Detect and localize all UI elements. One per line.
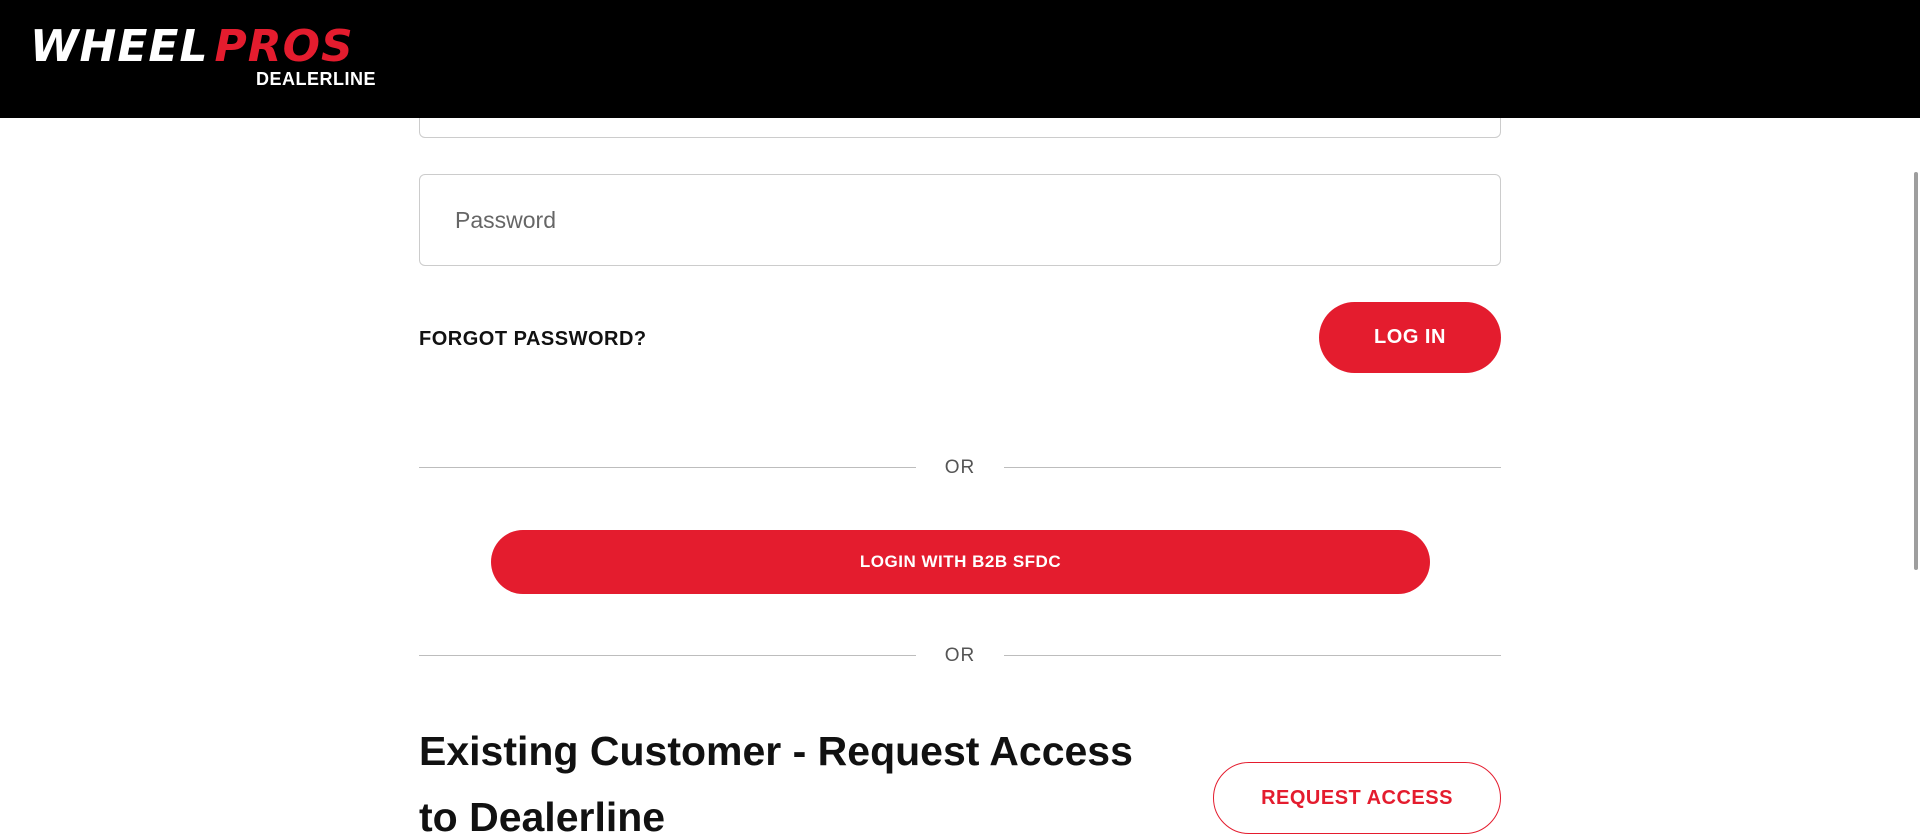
login-form: FORGOT PASSWORD? LOG IN OR LOGIN WITH B2…	[419, 0, 1501, 834]
logo-wordmark: WHEEL PROS	[30, 25, 354, 69]
logo-pros-text: PROS	[214, 21, 354, 72]
divider-line	[1004, 655, 1501, 656]
request-access-heading: Existing Customer - Request Access to De…	[419, 728, 1133, 834]
or-divider: OR	[419, 641, 1501, 671]
divider-line	[1004, 467, 1501, 468]
request-access-button[interactable]: REQUEST ACCESS	[1213, 762, 1501, 834]
wheel-pros-dealerline-logo[interactable]: WHEEL PROS DEALERLINE	[30, 25, 380, 90]
login-with-b2b-sfdc-button[interactable]: LOGIN WITH B2B SFDC	[491, 530, 1430, 594]
scrollbar-thumb[interactable]	[1914, 172, 1918, 570]
divider-line	[419, 655, 916, 656]
or-divider: OR	[419, 453, 1501, 483]
logo-dealerline-text: DEALERLINE	[255, 69, 376, 89]
logo-wheel-text: WHEEL	[30, 21, 209, 72]
or-label: OR	[944, 645, 976, 666]
site-header: WHEEL PROS DEALERLINE	[0, 0, 1920, 118]
login-button[interactable]: LOG IN	[1319, 302, 1501, 373]
or-label: OR	[944, 457, 976, 478]
forgot-password-link[interactable]: FORGOT PASSWORD?	[419, 324, 647, 354]
divider-line	[419, 467, 916, 468]
password-field[interactable]	[419, 174, 1501, 266]
